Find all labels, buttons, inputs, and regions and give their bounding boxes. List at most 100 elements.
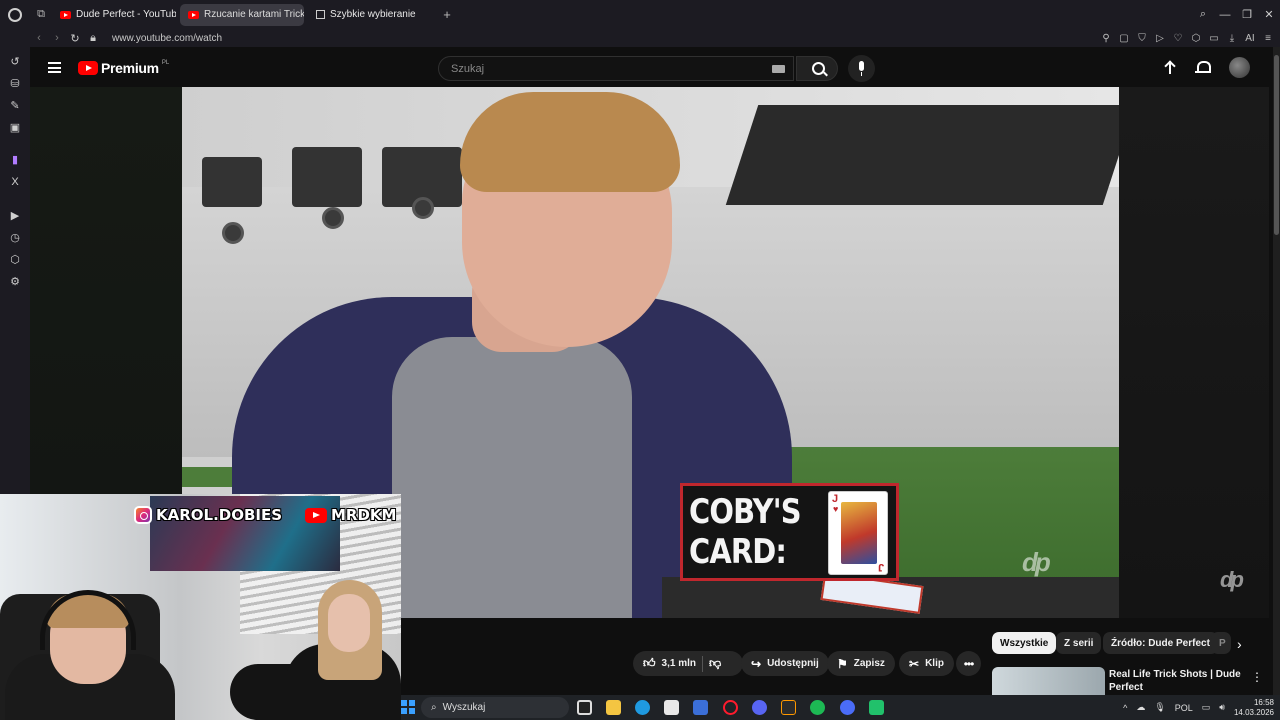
keyboard-icon[interactable] [772,65,785,73]
chip-all[interactable]: Wszystkie [992,632,1057,654]
search-tabs-icon[interactable]: ⌕ [1192,8,1214,21]
share-button[interactable]: ↪ Udostępnij [741,651,829,676]
close-icon[interactable]: ✕ [1258,8,1280,21]
tab-label: Rzucanie kartami Trick [204,9,304,20]
search-box [438,56,794,81]
edge-browser-icon[interactable] [635,700,650,715]
clock-icon[interactable]: ◷ [8,231,22,245]
menu-icon[interactable]: ≡ [1262,33,1274,44]
steam-icon[interactable] [840,700,855,715]
spotify-icon[interactable] [810,700,825,715]
taskbar-search[interactable]: ⌕ Wyszukaj [421,697,569,718]
upload-icon[interactable] [1162,60,1178,76]
thumbs-down-icon[interactable]: 👎︎ [709,656,721,671]
extensions-icon[interactable]: ⬡ [1190,33,1202,44]
notes-icon[interactable]: ✎ [8,99,22,113]
taskbar-clock[interactable]: 16:58 14.03.2026 [1234,698,1274,718]
opera-logo-icon[interactable] [0,0,30,29]
back-icon[interactable]: ‹ [30,32,48,44]
extensions-sidebar-icon[interactable]: ⬡ [8,253,22,267]
tab-islands-icon[interactable]: ⧉ [30,0,52,29]
aria-ai-button[interactable]: AI [1244,33,1256,44]
window-controls: ⌕ — ❐ ✕ [1192,0,1280,29]
reload-icon[interactable]: ↻ [66,32,84,45]
recommended-title[interactable]: Real Life Trick Shots | Dude Perfect [1109,668,1249,694]
crypto-wallet-icon[interactable]: ⛁ [8,77,22,91]
search-button[interactable] [796,56,838,81]
more-actions-icon[interactable]: ••• [956,651,981,676]
tab-label: Dude Perfect - YouTube [76,9,176,20]
video-scooter-wheel [222,222,244,244]
tab-rzucanie-kartami[interactable]: Rzucanie kartami Trick [180,3,304,26]
clock-date: 14.03.2026 [1233,707,1274,717]
minimize-icon[interactable]: — [1214,9,1236,21]
tab-dude-perfect[interactable]: Dude Perfect - YouTube [52,4,176,26]
recommended-more-icon[interactable]: ⋮ [1251,670,1263,684]
settings-gear-icon[interactable]: ⚙ [8,275,22,289]
clock-time: 16:58 [1253,697,1274,707]
discord-icon[interactable] [752,700,767,715]
pin-icon[interactable]: ⚲ [1100,33,1112,44]
channel-watermark-icon[interactable]: dp [1220,567,1244,593]
wallet-icon[interactable]: ▭ [1208,33,1220,44]
video-gym-mat [725,105,1119,205]
like-count[interactable]: 3,1 mln [662,658,696,669]
video-popout-icon[interactable]: ▷ [1154,33,1166,44]
video-scooter [202,157,262,207]
history-icon[interactable]: ↺ [8,55,22,69]
forward-icon[interactable]: › [48,32,66,44]
youtube-favicon-icon [188,10,199,19]
thumbs-up-icon[interactable]: 👍︎ [643,656,656,671]
youtube-premium-logo[interactable]: Premium PL [78,60,169,76]
chip-truncated[interactable]: P [1211,632,1231,654]
player-icon[interactable]: ▶ [8,209,22,223]
hamburger-menu-icon[interactable] [48,62,61,73]
video-person-shirt-front [392,337,632,618]
app-icon[interactable] [869,700,884,715]
twitch-icon[interactable]: ▮ [8,153,22,167]
language-indicator[interactable]: POL [1175,703,1193,713]
notifications-bell-icon[interactable] [1195,60,1211,74]
x-twitter-icon[interactable]: X [8,175,22,189]
opera-taskbar-icon[interactable] [723,700,738,715]
task-view-icon[interactable] [577,700,592,715]
like-divider [702,655,704,672]
chip-source-dude-perfect[interactable]: Źródło: Dude Perfect [1103,632,1218,654]
heart-icon[interactable]: ♡ [1172,33,1184,44]
youtube-favicon-icon [60,10,71,19]
download-icon[interactable]: ⤓ [1226,33,1238,44]
volume-icon[interactable]: 🔊︎ [1219,702,1225,713]
adblock-icon[interactable]: ⛉ [1136,33,1148,44]
browser-tab-strip: ⧉ Dude Perfect - YouTube Rzucanie kartam… [0,0,1280,29]
voice-search-mic-icon[interactable] [848,55,875,82]
windows-start-icon[interactable] [401,700,415,714]
network-icon[interactable]: ☁ [1136,702,1145,713]
video-scooter [292,147,362,207]
new-tab-plus-icon[interactable]: + [436,4,458,26]
microphone-icon[interactable]: 🎙︎ [1154,702,1165,713]
video-scooter-wheel [322,207,344,229]
messenger-icon[interactable]: ▣ [8,121,22,135]
restore-icon[interactable]: ❐ [1236,8,1258,21]
clip-button[interactable]: ✂ Klip [899,651,954,676]
snapshot-icon[interactable]: ▢ [1118,33,1130,44]
player-ambient-right [1119,87,1269,618]
chip-from-series[interactable]: Z serii [1056,632,1102,654]
recommended-thumbnail[interactable] [992,667,1105,695]
tab-speed-dial[interactable]: Szybkie wybieranie [308,4,432,26]
obs-app-icon[interactable] [781,700,796,715]
page-scrollbar[interactable] [1273,47,1280,695]
tray-chevron-up-icon[interactable]: ^ [1123,703,1127,713]
video-person-hair [460,92,680,192]
display-icon[interactable]: ▭ [1202,702,1211,713]
chevron-right-icon[interactable]: › [1237,636,1242,652]
save-button[interactable]: ⚑ Zapisz [827,651,895,676]
file-explorer-icon[interactable] [606,700,621,715]
search-input[interactable] [439,57,793,80]
mail-icon[interactable] [693,700,708,715]
store-icon[interactable] [664,700,679,715]
avatar[interactable] [1229,57,1250,78]
share-label: Udostępnij [767,658,819,669]
url-field[interactable]: www.youtube.com/watch [112,33,222,44]
address-bar-tools: ⚲ ▢ ⛉ ▷ ♡ ⬡ ▭ ⤓ AI ≡ [1100,29,1274,47]
